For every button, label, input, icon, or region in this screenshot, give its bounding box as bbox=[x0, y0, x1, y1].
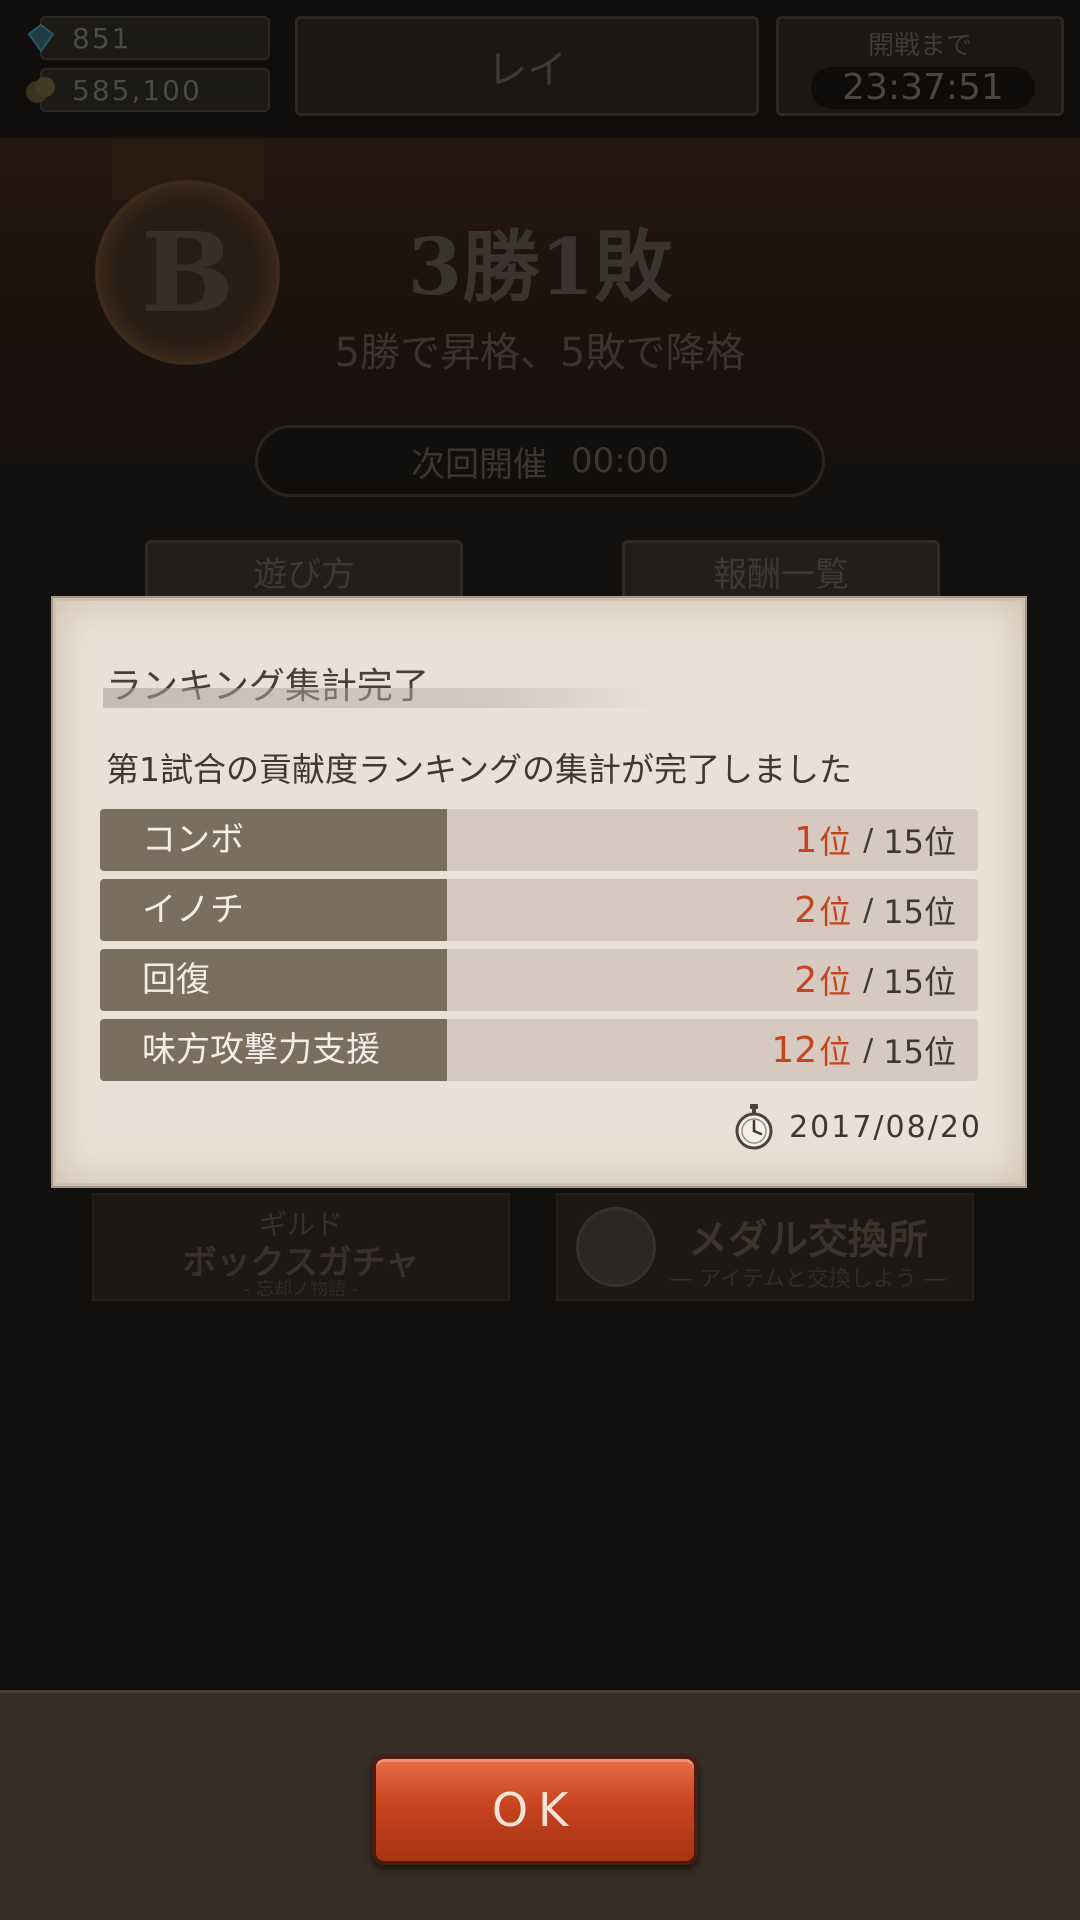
rank-number: 2 bbox=[794, 959, 818, 1001]
next-event-bar: 次回開催 00:00 bbox=[255, 425, 825, 497]
gold-counter: 585,100 bbox=[26, 68, 270, 112]
stopwatch-icon bbox=[733, 1103, 775, 1151]
ranking-row: コンボ 1 位 / 15位 bbox=[100, 809, 978, 871]
date-row: 2017/08/20 bbox=[733, 1101, 982, 1153]
rank-total: 15位 bbox=[883, 823, 956, 861]
countdown-label: 開戦まで bbox=[867, 31, 972, 61]
rank-separator: / bbox=[863, 822, 874, 858]
rank-unit: 位 bbox=[819, 893, 852, 931]
ranking-row: イノチ 2 位 / 15位 bbox=[100, 879, 978, 941]
ok-button-label: OK bbox=[491, 1783, 579, 1837]
ranking-value: 2 位 / 15位 bbox=[794, 949, 956, 1011]
dialog-message: 第1試合の貢献度ランキングの集計が完了しました bbox=[106, 750, 853, 789]
guild-box-gacha-banner[interactable]: ギルド ボックスガチャ - 忘却ノ物語 - bbox=[92, 1193, 510, 1301]
gacha-banner-sub: - 忘却ノ物語 - bbox=[243, 1279, 359, 1300]
tally-date: 2017/08/20 bbox=[789, 1109, 982, 1145]
gold-count: 585,100 bbox=[72, 73, 202, 107]
rank-unit: 位 bbox=[819, 823, 852, 861]
rank-total: 15位 bbox=[883, 893, 956, 931]
medal-banner-main: メダル交換所 bbox=[688, 1216, 928, 1263]
player-name: レイ bbox=[487, 47, 567, 93]
rank-unit: 位 bbox=[819, 963, 852, 1001]
player-name-box[interactable]: レイ bbox=[295, 16, 759, 116]
rank-number: 1 bbox=[794, 819, 818, 861]
countdown-value: 23:37:51 bbox=[811, 67, 1035, 109]
rank-total: 15位 bbox=[883, 963, 956, 1001]
ranking-value: 1 位 / 15位 bbox=[794, 809, 956, 871]
ok-button[interactable]: OK bbox=[372, 1755, 698, 1865]
rank-separator: / bbox=[863, 962, 874, 998]
ranking-category: コンボ bbox=[100, 809, 447, 871]
medal-banner-sub: ― アイテムと交換しよう ― bbox=[670, 1267, 946, 1292]
ranking-row: 回復 2 位 / 15位 bbox=[100, 949, 978, 1011]
title-underline bbox=[103, 688, 663, 708]
medal-exchange-banner[interactable]: メダル交換所 ― アイテムと交換しよう ― bbox=[556, 1193, 974, 1301]
ranking-row: 味方攻撃力支援 12 位 / 15位 bbox=[100, 1019, 978, 1081]
win-loss-record: 3勝1敗 bbox=[407, 222, 673, 313]
gem-count: 851 bbox=[72, 21, 132, 55]
rank-separator: / bbox=[863, 892, 874, 928]
ranking-category: 味方攻撃力支援 bbox=[100, 1019, 447, 1081]
ranking-category: イノチ bbox=[100, 879, 447, 941]
rank-total: 15位 bbox=[883, 1033, 956, 1071]
medal-coin-icon bbox=[576, 1207, 656, 1287]
next-event-label: 次回開催 bbox=[411, 444, 547, 485]
gem-counter: 851 bbox=[27, 16, 270, 60]
rank-number: 2 bbox=[794, 889, 818, 931]
rank-number: 12 bbox=[771, 1029, 818, 1071]
rank-unit: 位 bbox=[819, 1033, 852, 1071]
rank-letter: B bbox=[141, 208, 234, 337]
ranking-dialog: ランキング集計完了 第1試合の貢献度ランキングの集計が完了しました コンボ 1 … bbox=[53, 598, 1025, 1186]
countdown-box: 開戦まで 23:37:51 bbox=[776, 16, 1064, 116]
gold-coin-icon bbox=[24, 73, 58, 107]
promotion-rule: 5勝で昇格、5敗で降格 bbox=[334, 330, 746, 376]
ranking-value: 12 位 / 15位 bbox=[771, 1019, 956, 1081]
next-event-time: 00:00 bbox=[571, 441, 669, 481]
rank-separator: / bbox=[863, 1032, 874, 1068]
ranking-value: 2 位 / 15位 bbox=[794, 879, 956, 941]
gem-icon bbox=[24, 21, 58, 55]
ranking-category: 回復 bbox=[100, 949, 447, 1011]
